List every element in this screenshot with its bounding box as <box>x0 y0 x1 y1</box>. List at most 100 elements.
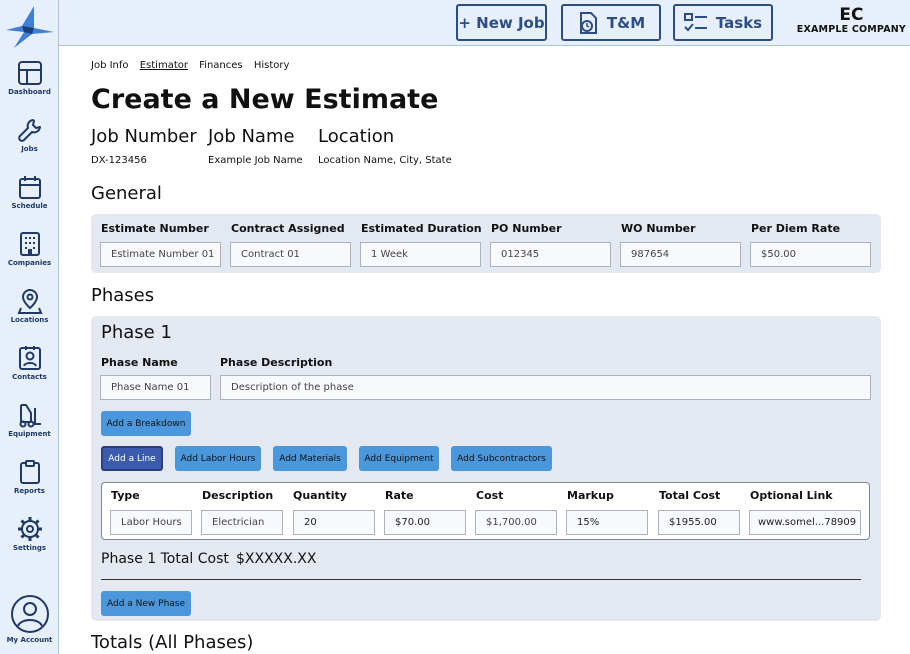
new-job-button[interactable]: + New Job <box>456 4 547 41</box>
sidebar-item-label: Dashboard <box>8 88 51 96</box>
tab-history[interactable]: History <box>254 60 290 71</box>
sidebar-item-jobs[interactable]: Jobs <box>0 117 59 153</box>
building-icon <box>19 232 40 256</box>
phase-total-label: Phase 1 Total Cost <box>101 551 229 567</box>
tab-job-info[interactable]: Job Info <box>91 60 129 71</box>
add-labor-hours-button[interactable]: Add Labor Hours <box>175 446 261 471</box>
tab-finances[interactable]: Finances <box>199 60 242 71</box>
sidebar-item-label: Equipment <box>8 430 51 438</box>
estimated-duration-label: Estimated Duration <box>361 222 482 235</box>
add-subcontractors-button[interactable]: Add Subcontractors <box>451 446 552 471</box>
line-type-input[interactable]: Labor Hours <box>110 510 192 535</box>
sidebar-item-label: Jobs <box>21 145 38 153</box>
sidebar-item-label: Reports <box>14 487 45 495</box>
general-heading: General <box>91 183 162 204</box>
map-pin-icon <box>17 288 42 314</box>
location-label: Location <box>318 126 395 147</box>
clipboard-icon <box>19 460 40 484</box>
phase-description-input[interactable]: Description of the phase <box>220 375 871 400</box>
wrench-icon <box>17 119 41 142</box>
job-number-value: DX-123456 <box>91 155 147 166</box>
phase-total-value: $XXXXX.XX <box>236 551 317 567</box>
sidebar-item-companies[interactable]: Companies <box>0 231 59 267</box>
per-diem-rate-label: Per Diem Rate <box>751 222 841 235</box>
phase-name-input[interactable]: Phase Name 01 <box>100 375 211 400</box>
job-name-value: Example Job Name <box>208 155 303 166</box>
general-panel: Estimate Number Contract Assigned Estima… <box>91 214 881 273</box>
phase-divider <box>101 579 861 580</box>
sidebar-item-label: Settings <box>12 544 47 552</box>
sidebar-item-label: Companies <box>7 259 52 267</box>
line-description-input[interactable]: Electrician <box>201 510 283 535</box>
calendar-icon <box>18 176 41 199</box>
estimated-duration-input[interactable]: 1 Week <box>360 242 481 267</box>
sidebar-item-equipment[interactable]: Equipment <box>0 402 59 438</box>
add-materials-button[interactable]: Add Materials <box>273 446 347 471</box>
col-header-quantity: Quantity <box>293 489 347 502</box>
sidebar-item-contacts[interactable]: Contacts <box>0 345 59 381</box>
contact-icon <box>18 346 41 370</box>
dashboard-icon <box>17 61 42 85</box>
col-header-description: Description <box>202 489 274 502</box>
totals-heading: Totals (All Phases) <box>91 632 254 653</box>
tm-label: T&M <box>606 13 646 32</box>
estimate-number-label: Estimate Number <box>101 222 209 235</box>
sidebar-item-reports[interactable]: Reports <box>0 459 59 495</box>
line-quantity-input[interactable]: 20 <box>293 510 375 535</box>
line-rate-input[interactable]: $70.00 <box>384 510 466 535</box>
checklist-icon <box>683 12 707 31</box>
location-value: Location Name, City, State <box>318 155 452 166</box>
clock-document-icon <box>579 11 597 34</box>
phases-heading: Phases <box>91 285 155 306</box>
contract-assigned-input[interactable]: Contract 01 <box>230 242 351 267</box>
add-breakdown-button[interactable]: Add a Breakdown <box>101 411 191 436</box>
phase-name-label: Phase Name <box>101 356 178 369</box>
col-header-cost: Cost <box>476 489 504 502</box>
contract-assigned-label: Contract Assigned <box>231 222 345 235</box>
job-name-label: Job Name <box>208 126 295 147</box>
phase-description-label: Phase Description <box>220 356 333 369</box>
tab-estimator[interactable]: Estimator <box>140 60 188 71</box>
sidebar-item-schedule[interactable]: Schedule <box>0 174 59 210</box>
app-logo-icon[interactable] <box>4 4 56 50</box>
forklift-icon <box>19 404 41 428</box>
col-header-rate: Rate <box>385 489 414 502</box>
sidebar-item-dashboard[interactable]: Dashboard <box>0 60 59 96</box>
brand-name: EXAMPLE COMPANY <box>796 24 906 35</box>
sidebar-item-my-account[interactable]: My Account <box>0 594 59 644</box>
sidebar: Dashboard Jobs Schedule Companies Locati… <box>0 0 59 654</box>
sidebar-item-locations[interactable]: Locations <box>0 288 59 324</box>
tm-button[interactable]: T&M <box>561 4 661 41</box>
estimate-number-input[interactable]: Estimate Number 01 <box>100 242 221 267</box>
tab-bar: Job Info Estimator Finances History <box>91 60 297 71</box>
tasks-label: Tasks <box>715 13 763 32</box>
col-header-optional-link: Optional Link <box>750 489 833 502</box>
wo-number-input[interactable]: 987654 <box>620 242 741 267</box>
line-cost-input[interactable]: $1,700.00 <box>475 510 557 535</box>
gear-icon <box>17 517 42 541</box>
add-new-phase-button[interactable]: Add a New Phase <box>101 591 191 616</box>
per-diem-rate-input[interactable]: $50.00 <box>750 242 871 267</box>
company-brand: EC EXAMPLE COMPANY <box>797 6 906 35</box>
tasks-button[interactable]: Tasks <box>673 4 773 41</box>
line-optional-link-input[interactable]: www.somel...78909 <box>749 510 861 535</box>
sidebar-item-settings[interactable]: Settings <box>0 516 59 552</box>
po-number-input[interactable]: 012345 <box>490 242 611 267</box>
new-job-label: + New Job <box>458 13 545 32</box>
sidebar-item-label: My Account <box>6 636 53 644</box>
page-title: Create a New Estimate <box>91 84 439 115</box>
add-line-button[interactable]: Add a Line <box>101 446 163 471</box>
line-markup-input[interactable]: 15% <box>566 510 648 535</box>
sidebar-item-label: Schedule <box>11 202 48 210</box>
sidebar-item-label: Contacts <box>12 373 47 381</box>
po-number-label: PO Number <box>491 222 562 235</box>
user-icon <box>10 595 49 633</box>
sidebar-item-label: Locations <box>10 316 49 324</box>
wo-number-label: WO Number <box>621 222 696 235</box>
phase-title: Phase 1 <box>101 322 172 343</box>
job-number-label: Job Number <box>91 126 197 147</box>
line-total-cost-input[interactable]: $1955.00 <box>658 510 740 535</box>
col-header-total-cost: Total Cost <box>659 489 721 502</box>
col-header-type: Type <box>111 489 140 502</box>
add-equipment-button[interactable]: Add Equipment <box>359 446 439 471</box>
